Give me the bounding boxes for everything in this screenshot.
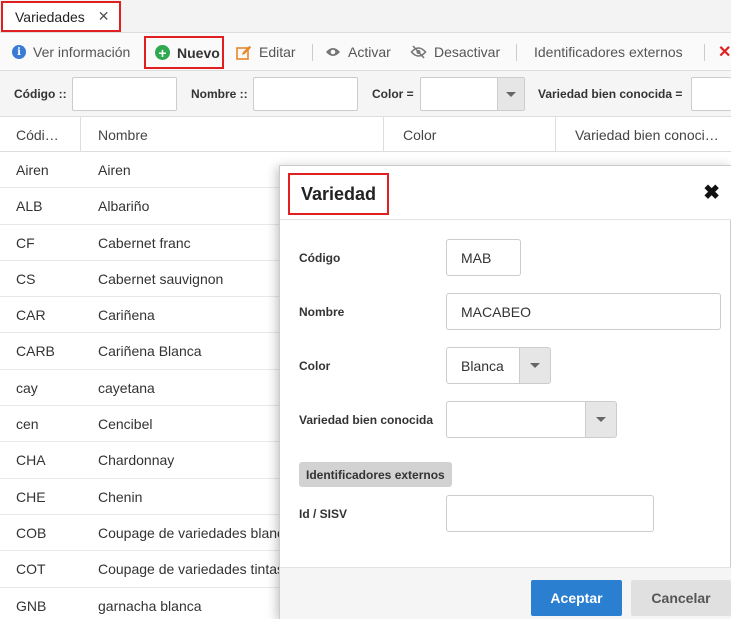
cell-nombre: Coupage de variedades tintas [98,561,285,578]
toolbar: i Ver información + Nuevo Editar Activar… [0,33,731,71]
col-conocida-header[interactable]: Variedad bien conoci… [575,117,725,152]
filter-nombre-input[interactable] [253,77,358,111]
cancel-button[interactable]: Cancelar [631,580,731,616]
cell-nombre: Cariñena [98,307,155,324]
filter-codigo-input[interactable] [72,77,177,111]
variedad-dialog: Variedad ✖ Código MAB Nombre MACABEO Col… [279,165,731,619]
deactivate-label: Desactivar [434,44,501,60]
filter-color-label: Color = [372,87,414,101]
toolbar-divider [704,44,705,61]
edit-label: Editar [259,44,296,60]
cell-codigo: CAR [16,307,46,324]
edit-button[interactable]: Editar [236,33,296,71]
cell-nombre: Cencibel [98,416,153,433]
dialog-title: Variedad [288,173,390,215]
col-codigo-header[interactable]: Códi… [16,117,76,152]
table-header: Códi… Nombre Color Variedad bien conoci… [0,117,731,152]
cell-codigo: cay [16,379,38,396]
cell-codigo: COB [16,524,47,541]
color-dropdown[interactable] [519,347,551,384]
delete-button[interactable]: ✕ [718,33,731,71]
info-label: Ver información [33,44,131,60]
cell-nombre: Cabernet franc [98,234,191,251]
chevron-down-icon [596,417,606,422]
cell-nombre: Albariño [98,198,150,215]
dialog-header: Variedad ✖ [280,166,731,220]
cell-codigo: COT [16,561,46,578]
cell-nombre: Cabernet sauvignon [98,270,224,287]
color-select[interactable]: Blanca [446,347,520,384]
tab-label: Variedades [15,8,85,25]
dialog-footer: Aceptar Cancelar [280,567,731,619]
col-color-header[interactable]: Color [403,117,543,152]
activate-button[interactable]: Activar [325,33,391,71]
info-icon: i [12,45,26,59]
cell-codigo: CS [16,270,36,287]
cell-codigo: ALB [16,198,43,215]
filter-conocida-label: Variedad bien conocida = [538,87,683,101]
chevron-down-icon [506,91,516,97]
cell-nombre: garnacha blanca [98,597,202,614]
cell-codigo: CHA [16,452,46,469]
delete-icon: ✕ [718,44,731,61]
cell-nombre: Chenin [98,488,143,505]
cell-nombre: Airen [98,162,131,178]
cell-codigo: CF [16,234,35,251]
conocida-label: Variedad bien conocida [299,413,434,427]
tab-bar: Variedades ✕ [0,0,731,33]
nombre-label: Nombre [299,305,345,319]
accept-button[interactable]: Aceptar [531,580,622,616]
cell-codigo: cen [16,416,39,433]
edit-icon [236,45,252,60]
external-ids-label: Identificadores externos [534,44,683,60]
column-divider [383,117,384,152]
cell-nombre: Cariñena Blanca [98,343,202,360]
info-button[interactable]: i Ver información [12,33,130,71]
col-nombre-header[interactable]: Nombre [98,117,368,152]
cell-nombre: cayetana [98,379,155,396]
conocida-dropdown[interactable] [585,401,617,438]
sisv-label: Id / SISV [299,507,348,521]
cell-codigo: Airen [16,162,49,178]
close-icon[interactable]: ✖ [703,183,720,203]
new-label: Nuevo [177,44,220,61]
eye-slash-icon [410,45,427,59]
conocida-select[interactable] [446,401,586,438]
toolbar-divider [516,44,517,61]
filter-codigo-label: Código :: [14,87,67,101]
column-divider [555,117,556,152]
add-icon: + [155,45,170,60]
external-ids-section: Identificadores externos [299,462,452,487]
column-divider [80,117,81,152]
codigo-field[interactable]: MAB [446,239,521,276]
cell-nombre: Coupage de variedades blancas [98,524,299,541]
toolbar-divider [312,44,313,61]
filter-bar: Código :: Nombre :: Color = Variedad bie… [0,71,731,117]
external-ids-button[interactable]: Identificadores externos [534,33,683,71]
cell-codigo: CARB [16,343,55,360]
cell-nombre: Chardonnay [98,452,175,469]
activate-label: Activar [348,44,391,60]
eye-icon [325,46,341,58]
filter-conocida-select[interactable] [691,77,731,111]
chevron-down-icon [530,363,540,368]
cell-codigo: CHE [16,488,46,505]
color-label: Color [299,359,331,373]
codigo-label: Código [299,251,341,265]
nombre-field[interactable]: MACABEO [446,293,721,330]
sisv-field[interactable] [446,495,654,532]
tab-close-icon[interactable]: ✕ [98,8,110,25]
filter-color-dropdown[interactable] [497,78,524,110]
new-button[interactable]: + Nuevo [144,36,224,69]
deactivate-button[interactable]: Desactivar [410,33,500,71]
tab-variedades[interactable]: Variedades ✕ [1,1,121,32]
filter-nombre-label: Nombre :: [191,87,248,101]
cell-codigo: GNB [16,597,47,614]
